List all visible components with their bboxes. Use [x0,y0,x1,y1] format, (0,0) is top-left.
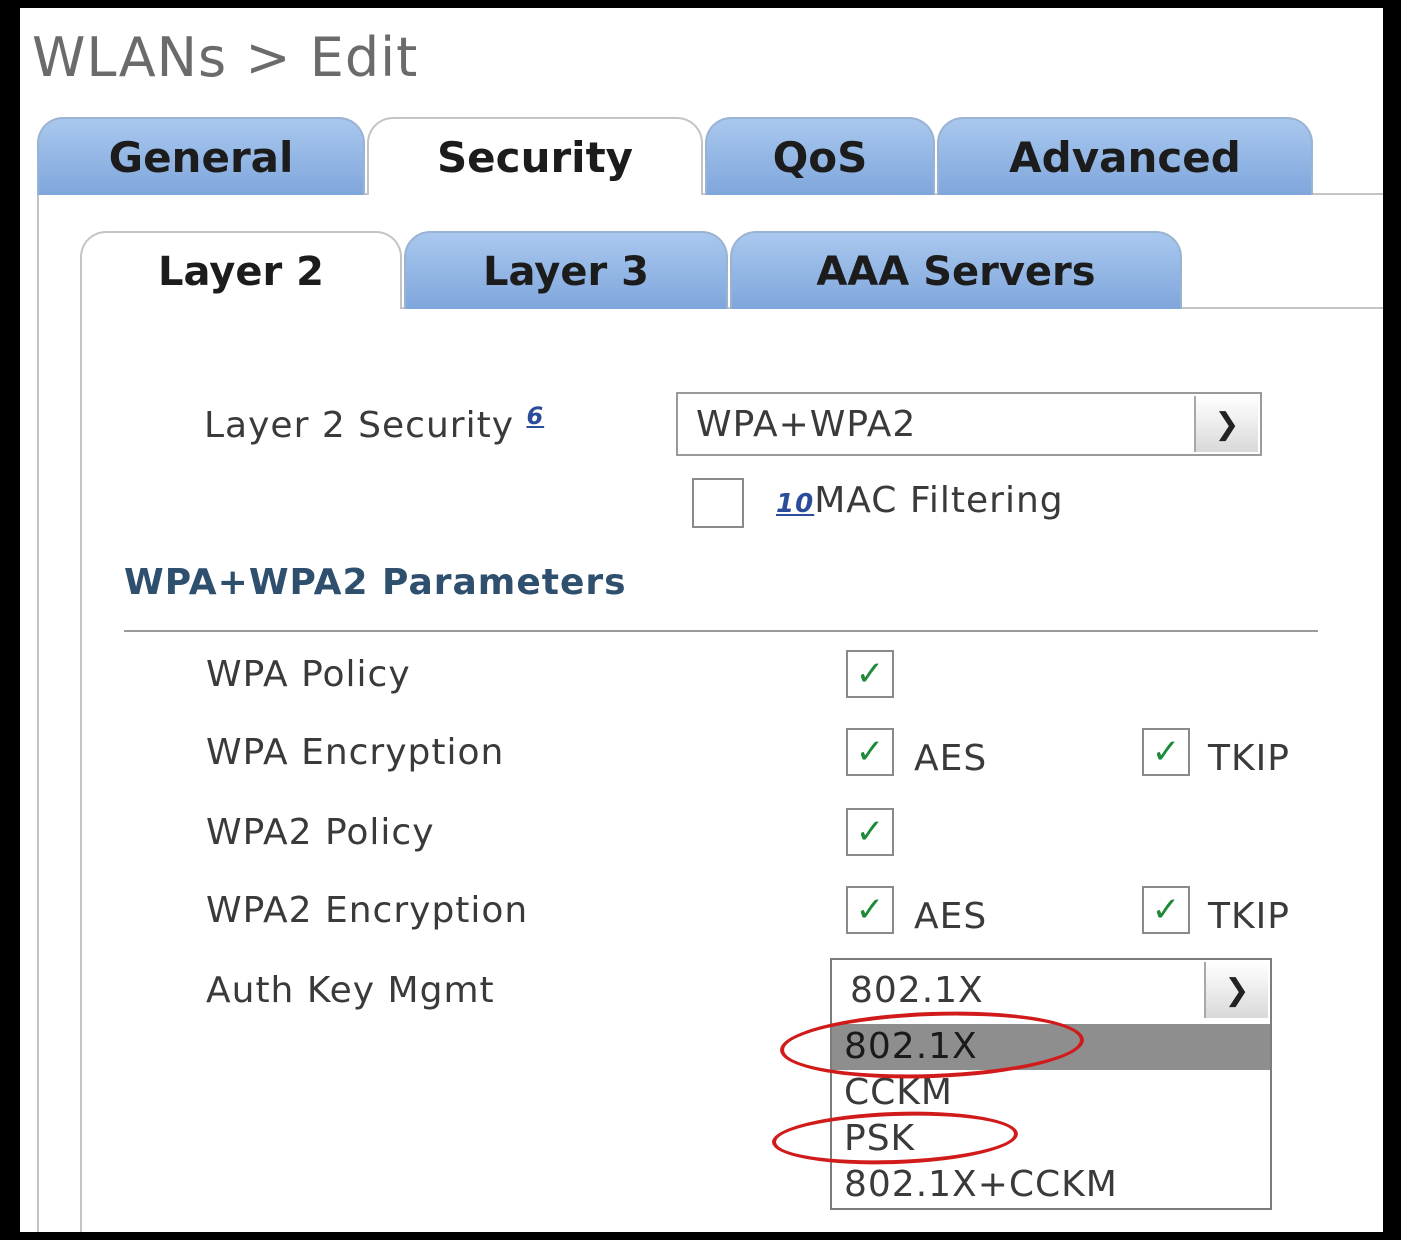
auth-key-mgmt-select[interactable]: 802.1X ❯ [830,958,1272,1022]
checkmark-icon: ✓ [1151,732,1181,772]
divider [124,630,1318,632]
layer2-security-select[interactable]: WPA+WPA2 ❯ [676,392,1262,456]
layer2-security-label: Layer 2 Security 6 [204,402,544,446]
mac-filtering-text: MAC Filtering [814,480,1064,521]
subtab-aaa-servers[interactable]: AAA Servers [730,231,1182,309]
footnote-link[interactable]: 6 [526,402,544,430]
layer2-security-value: WPA+WPA2 [696,404,917,445]
wpa-policy-label: WPA Policy [206,654,411,695]
wpa2-policy-checkbox[interactable]: ✓ [846,808,894,856]
wpa2-policy-label: WPA2 Policy [206,812,435,853]
subtab-layer-3[interactable]: Layer 3 [404,231,728,309]
checkmark-icon: ✓ [1151,890,1181,930]
tab-qos[interactable]: QoS [705,117,935,195]
checkmark-icon: ✓ [855,732,885,772]
wpa2-encryption-label: WPA2 Encryption [206,890,529,931]
tab-general[interactable]: General [37,117,365,195]
wpa2-aes-checkbox[interactable]: ✓ [846,886,894,934]
mac-filtering-footnote[interactable]: 10 [776,489,814,519]
wpa-aes-checkbox[interactable]: ✓ [846,728,894,776]
wpa-policy-checkbox[interactable]: ✓ [846,650,894,698]
auth-key-mgmt-value: 802.1X [850,970,984,1011]
tab-security[interactable]: Security [367,117,703,195]
wpa-encryption-label: WPA Encryption [206,732,505,773]
subtab-layer-2[interactable]: Layer 2 [80,231,402,309]
checkmark-icon: ✓ [855,890,885,930]
page-title: WLANs > Edit [32,26,419,89]
checkmark-icon: ✓ [855,654,885,694]
wpa-tkip-checkbox[interactable]: ✓ [1142,728,1190,776]
wpa2-aes-label: AES [914,896,988,937]
auth-key-mgmt-label: Auth Key Mgmt [206,970,495,1011]
wpa-tkip-label: TKIP [1208,738,1290,779]
tab-advanced[interactable]: Advanced [937,117,1313,195]
wpa2-tkip-checkbox[interactable]: ✓ [1142,886,1190,934]
chevron-down-icon[interactable]: ❯ [1204,962,1268,1018]
checkmark-icon: ✓ [855,812,885,852]
chevron-down-icon[interactable]: ❯ [1194,396,1258,452]
mac-filtering-checkbox[interactable] [692,478,744,528]
section-heading: WPA+WPA2 Parameters [124,562,627,603]
option-802-1x-cckm[interactable]: 802.1X+CCKM [832,1162,1270,1208]
wpa-aes-label: AES [914,738,988,779]
layer2-security-label-text: Layer 2 Security [204,405,514,446]
wpa2-tkip-label: TKIP [1208,896,1290,937]
mac-filtering-label: 10MAC Filtering [776,480,1064,521]
